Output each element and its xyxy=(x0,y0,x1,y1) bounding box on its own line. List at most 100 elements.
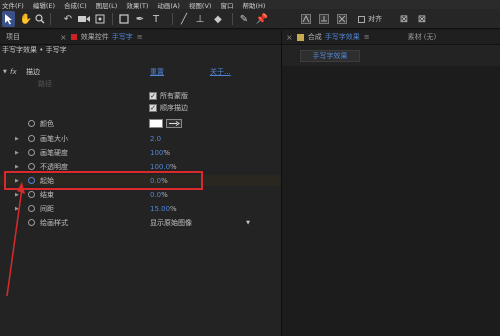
tab-effect-layer[interactable]: 手写字 xyxy=(112,32,133,42)
menu-composition[interactable]: 合成(C) xyxy=(64,0,87,10)
menu-edit[interactable]: 编辑(E) xyxy=(33,0,55,10)
axis-local-icon[interactable] xyxy=(300,11,312,27)
menu-layer[interactable]: 图层(L) xyxy=(96,0,118,10)
menu-bar: 文件(F) 编辑(E) 合成(C) 图层(L) 效果(T) 动画(A) 视图(V… xyxy=(0,0,500,9)
property-row: ▶ 画笔大小 2.0 xyxy=(0,133,281,144)
snap-options-icon[interactable]: ⊠ xyxy=(398,11,410,27)
menu-file[interactable]: 文件(F) xyxy=(2,0,24,10)
property-row: 颜色 xyxy=(0,118,281,129)
menu-window[interactable]: 窗口 xyxy=(220,0,233,10)
stopwatch-icon[interactable] xyxy=(28,149,35,156)
sequential-label: 顺序描边 xyxy=(160,103,188,112)
snap-checkbox[interactable] xyxy=(358,15,365,23)
type-tool-icon[interactable]: T xyxy=(150,11,162,27)
property-row: ▶ 结束 0.0% xyxy=(0,189,281,200)
snap-toggle[interactable]: 对齐 xyxy=(358,11,390,27)
axis-world-icon[interactable] xyxy=(318,11,330,27)
zoom-tool-icon[interactable] xyxy=(34,11,46,27)
toolbar: ✋ ↶ ✒ T ╱ ⊥ ◆ ✎ 📌 对齐 ⊠ ⊠ xyxy=(0,9,500,29)
stopwatch-icon[interactable] xyxy=(28,135,35,142)
toolbar-separator xyxy=(172,13,173,25)
all-masks-checkbox[interactable]: ✓ xyxy=(149,91,157,100)
close-icon[interactable]: × xyxy=(60,33,67,42)
paint-style-dropdown[interactable]: 显示原始图像 ▼ xyxy=(150,218,250,228)
property-value[interactable]: 100% xyxy=(150,149,170,157)
property-value[interactable]: 100.0% xyxy=(150,163,177,171)
pen-tool-icon[interactable]: ✒ xyxy=(134,11,146,27)
brush-tool-icon[interactable]: ╱ xyxy=(178,11,190,27)
roto-brush-tool-icon[interactable]: ✎ xyxy=(238,11,250,27)
clone-stamp-tool-icon[interactable]: ⊥ xyxy=(194,11,206,27)
expand-icon[interactable]: ▶ xyxy=(15,136,19,142)
property-row: ▶ 间距 15.00% xyxy=(0,203,281,214)
snap-edge-icon[interactable]: ⊠ xyxy=(416,11,428,27)
menu-help[interactable]: 帮助(H) xyxy=(242,0,265,10)
puppet-tool-icon[interactable]: 📌 xyxy=(256,11,268,27)
property-label: 结束 xyxy=(40,190,54,199)
composition-viewer[interactable] xyxy=(282,66,500,336)
composition-panel: × 合成 手写字效果 ≡ 素材 (无) 手写字效果 xyxy=(282,30,500,336)
menu-animation[interactable]: 动画(A) xyxy=(157,0,180,10)
effect-header-row: ▼ fx 描边 重置 关于... xyxy=(0,66,281,77)
menu-effect[interactable]: 效果(T) xyxy=(126,0,148,10)
eraser-tool-icon[interactable]: ◆ xyxy=(212,11,224,27)
pan-behind-tool-icon[interactable] xyxy=(94,11,106,27)
property-value[interactable]: 0.0% xyxy=(150,191,168,199)
tab-effect-controls[interactable]: 效果控件 xyxy=(81,32,109,42)
rectangle-tool-icon[interactable] xyxy=(118,11,130,27)
eyedropper-icon[interactable] xyxy=(166,119,182,128)
annotation-arrow xyxy=(6,182,25,297)
about-link[interactable]: 关于... xyxy=(210,67,231,77)
axis-view-icon[interactable] xyxy=(336,11,348,27)
property-label: 间距 xyxy=(40,204,54,213)
color-swatch[interactable] xyxy=(149,119,163,128)
stopwatch-icon[interactable] xyxy=(28,163,35,170)
tab-composition-name[interactable]: 手写字效果 xyxy=(325,32,360,42)
selection-tool-icon[interactable] xyxy=(2,11,15,27)
expand-icon[interactable]: ▶ xyxy=(15,150,19,156)
property-label: 画笔硬度 xyxy=(40,148,68,157)
effect-controls-panel: 项目 × 效果控件 手写字 ≡ 手写字效果 • 手写字 ▼ fx 描边 重置 关… xyxy=(0,30,281,336)
menu-view[interactable]: 视图(V) xyxy=(189,0,212,10)
property-row: 绘画样式 显示原始图像 ▼ xyxy=(0,217,281,228)
fx-badge[interactable]: fx xyxy=(10,68,17,76)
all-masks-label: 所有蒙版 xyxy=(160,91,188,100)
toolbar-separator xyxy=(112,13,113,25)
property-label: 不透明度 xyxy=(40,162,68,171)
toolbar-separator xyxy=(50,13,51,25)
panel-menu-icon[interactable]: ≡ xyxy=(364,33,370,41)
rotate-tool-icon[interactable]: ↶ xyxy=(62,11,74,27)
snap-label: 对齐 xyxy=(368,15,382,23)
panel-tab-row: 项目 × 效果控件 手写字 ≡ xyxy=(0,30,281,45)
breadcrumb: 手写字效果 • 手写字 xyxy=(0,45,281,56)
toolbar-separator xyxy=(232,13,233,25)
reset-link[interactable]: 重置 xyxy=(150,67,164,77)
stopwatch-icon[interactable] xyxy=(28,120,35,127)
lock-icon xyxy=(296,33,304,41)
panel-menu-icon[interactable]: ≡ xyxy=(137,33,143,41)
path-row: 路径 xyxy=(0,78,281,89)
effect-expand-icon[interactable]: ▼ xyxy=(3,69,7,75)
chevron-down-icon: ▼ xyxy=(246,219,250,226)
tab-project[interactable]: 项目 xyxy=(6,32,20,42)
sequential-checkbox[interactable]: ✓ xyxy=(149,103,157,112)
property-row: ▶ 画笔硬度 100% xyxy=(0,147,281,158)
highlight-box xyxy=(4,171,203,190)
comp-tab-row: × 合成 手写字效果 ≡ 素材 (无) xyxy=(282,30,500,45)
tab-composition[interactable]: 合成 xyxy=(308,32,322,42)
effect-name[interactable]: 描边 xyxy=(26,67,40,77)
camera-tool-icon[interactable] xyxy=(77,11,91,27)
sequential-row: ✓ 顺序描边 xyxy=(0,102,281,113)
expand-icon[interactable]: ▶ xyxy=(15,164,19,170)
comp-sub-tab[interactable]: 手写字效果 xyxy=(300,50,360,62)
path-label: 路径 xyxy=(38,79,52,88)
property-value[interactable]: 15.00% xyxy=(150,205,177,213)
footage-tab[interactable]: 素材 (无) xyxy=(408,32,437,42)
all-masks-row: ✓ 所有蒙版 xyxy=(0,90,281,101)
property-value[interactable]: 2.0 xyxy=(150,135,161,143)
hand-tool-icon[interactable]: ✋ xyxy=(20,11,32,27)
close-icon[interactable]: × xyxy=(286,33,293,42)
property-label: 绘画样式 xyxy=(40,218,68,227)
effect-color-icon xyxy=(70,34,77,40)
property-label: 颜色 xyxy=(40,119,54,128)
